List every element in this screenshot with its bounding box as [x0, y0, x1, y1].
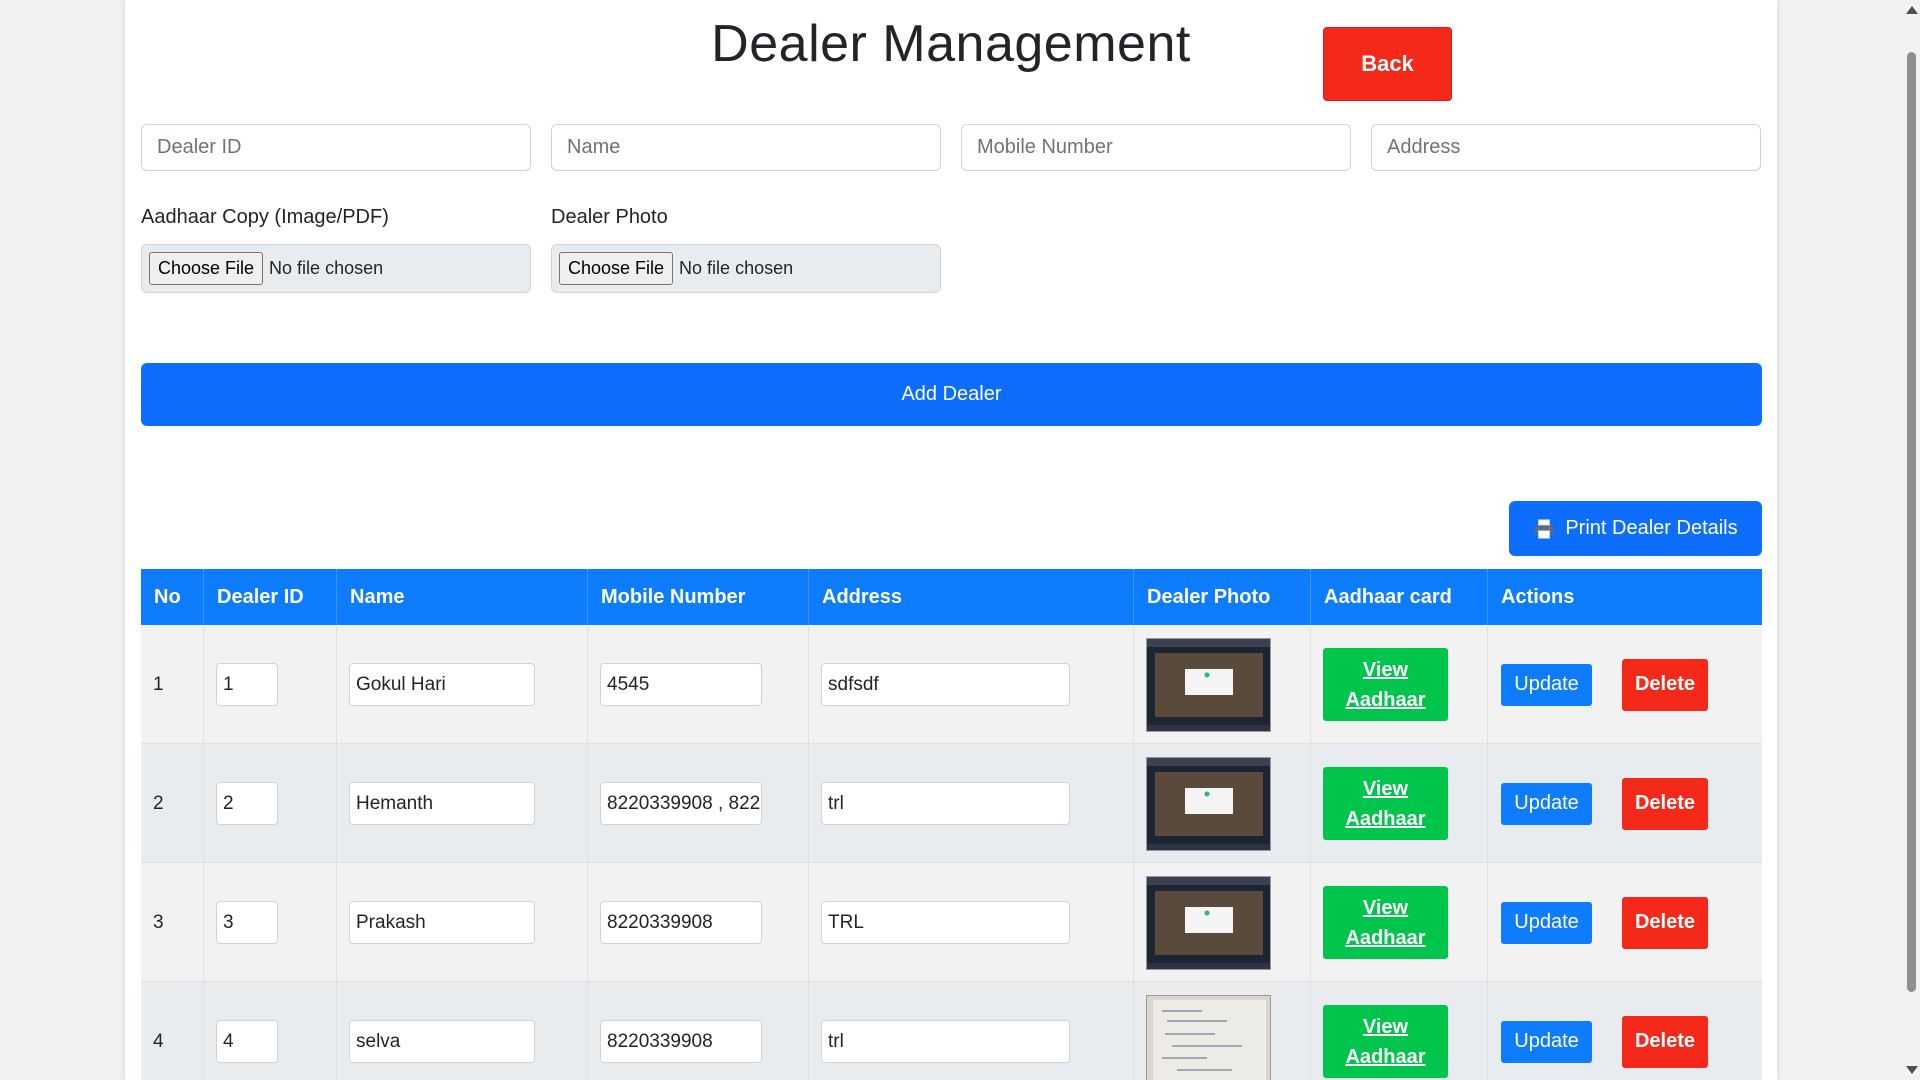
col-header-dealer-photo: Dealer Photo: [1134, 569, 1311, 625]
col-header-address: Address: [809, 569, 1134, 625]
dealer-photo-thumbnail[interactable]: [1146, 637, 1271, 732]
view-aadhaar-link[interactable]: View Aadhaar: [1323, 1005, 1448, 1078]
update-button[interactable]: Update: [1501, 663, 1592, 706]
aadhaar-choose-file-button[interactable]: Choose File: [149, 252, 264, 285]
table-header: No Dealer ID Name Mobile Number Address …: [141, 569, 1762, 625]
view-aadhaar-label-line1: View: [1362, 777, 1409, 800]
update-button[interactable]: Update: [1501, 1020, 1592, 1063]
view-aadhaar-label-line2: Aadhaar: [1345, 807, 1426, 830]
mobile-number-field[interactable]: 4545: [600, 663, 762, 706]
address-input[interactable]: [1371, 124, 1761, 171]
page-scrollbar[interactable]: [1903, 0, 1920, 1080]
mobile-number-field[interactable]: 8220339908: [600, 901, 762, 944]
address-field[interactable]: sdfsdf: [821, 663, 1070, 706]
name-input[interactable]: [551, 124, 941, 171]
view-aadhaar-label-line1: View: [1362, 1015, 1409, 1038]
dealer-id-field[interactable]: 1: [216, 663, 278, 706]
table-row: 1 1 Gokul Hari 4545 sdfsdf View Aadhaar Update D…: [141, 625, 1762, 744]
delete-button[interactable]: Delete: [1622, 1015, 1708, 1068]
address-field[interactable]: trl: [821, 1020, 1070, 1063]
scroll-up-icon[interactable]: [1906, 6, 1918, 14]
delete-button[interactable]: Delete: [1622, 777, 1708, 830]
delete-button[interactable]: Delete: [1622, 658, 1708, 711]
photo-file-status: No file chosen: [679, 258, 794, 278]
name-field[interactable]: Prakash: [349, 901, 535, 944]
row-number: 2: [141, 744, 204, 863]
col-header-name: Name: [337, 569, 588, 625]
col-header-dealer-id: Dealer ID: [204, 569, 337, 625]
page-title: Dealer Management: [711, 15, 1191, 73]
view-aadhaar-link[interactable]: View Aadhaar: [1323, 886, 1448, 959]
name-field[interactable]: Gokul Hari: [349, 663, 535, 706]
view-aadhaar-label-line1: View: [1362, 658, 1409, 681]
back-button[interactable]: Back: [1323, 27, 1452, 101]
col-header-actions: Actions: [1501, 585, 1575, 608]
address-field[interactable]: trl: [821, 782, 1070, 825]
print-dealer-details-button[interactable]: Print Dealer Details: [1509, 501, 1762, 556]
table-row: 3 3 Prakash 8220339908 TRL View Aadhaar Update D…: [141, 863, 1762, 982]
table-row: 22 Hemanth 8220339908 , 8220339908 trl View…: [141, 744, 1762, 863]
mobile-number-field[interactable]: 8220339908: [600, 1020, 762, 1063]
row-number: 3: [141, 863, 204, 982]
mobile-number-field[interactable]: 8220339908 , 8220339908: [600, 782, 762, 825]
dealer-id-field[interactable]: 4: [216, 1020, 278, 1063]
mobile-number-input[interactable]: [961, 124, 1351, 171]
page-card: Dealer Management Back Aadhaar Copy (Ima…: [125, 0, 1777, 1080]
view-aadhaar-label-line1: View: [1362, 896, 1409, 919]
dealer-photo-thumbnail[interactable]: [1146, 875, 1271, 970]
aadhaar-copy-label: Aadhaar Copy (Image/PDF): [141, 206, 389, 228]
table-row: 4 4 selva 8220339908 trl View Aadhaar Update Del…: [141, 982, 1762, 1080]
row-number: 1: [141, 625, 204, 744]
view-aadhaar-label-line2: Aadhaar: [1345, 688, 1426, 711]
view-aadhaar-label-line2: Aadhaar: [1345, 926, 1426, 949]
col-header-aadhaar-card: Aadhaar card: [1311, 569, 1488, 625]
update-button[interactable]: Update: [1501, 782, 1592, 825]
address-field[interactable]: TRL: [821, 901, 1070, 944]
dealer-id-input[interactable]: [141, 124, 531, 171]
photo-choose-file-button[interactable]: Choose File: [559, 252, 674, 285]
name-field[interactable]: selva: [349, 1020, 535, 1063]
photo-file-input[interactable]: Choose File No file chosen: [551, 244, 941, 293]
view-aadhaar-link[interactable]: View Aadhaar: [1323, 648, 1448, 721]
dealer-id-field[interactable]: 2: [216, 782, 278, 825]
dealer-id-field[interactable]: 3: [216, 901, 278, 944]
printer-icon: [1535, 518, 1554, 539]
dealer-photo-thumbnail[interactable]: [1146, 756, 1271, 851]
print-button-label: Print Dealer Details: [1565, 517, 1738, 539]
add-dealer-button[interactable]: Add Dealer: [141, 363, 1762, 426]
view-aadhaar-label-line2: Aadhaar: [1345, 1045, 1426, 1068]
row-number: 4: [141, 982, 204, 1080]
scroll-thumb[interactable]: [1907, 52, 1916, 992]
col-header-mobile-number: Mobile Number: [588, 569, 809, 625]
col-header-no: No: [141, 569, 204, 625]
name-field[interactable]: Hemanth: [349, 782, 535, 825]
delete-button[interactable]: Delete: [1622, 896, 1708, 949]
dealer-photo-label: Dealer Photo: [551, 206, 668, 228]
view-aadhaar-link[interactable]: View Aadhaar: [1323, 767, 1448, 840]
update-button[interactable]: Update: [1501, 901, 1592, 944]
scroll-down-icon[interactable]: [1906, 1066, 1918, 1074]
dealer-photo-thumbnail[interactable]: [1146, 994, 1271, 1080]
aadhaar-file-input[interactable]: Choose File No file chosen: [141, 244, 531, 293]
aadhaar-file-status: No file chosen: [269, 258, 384, 278]
